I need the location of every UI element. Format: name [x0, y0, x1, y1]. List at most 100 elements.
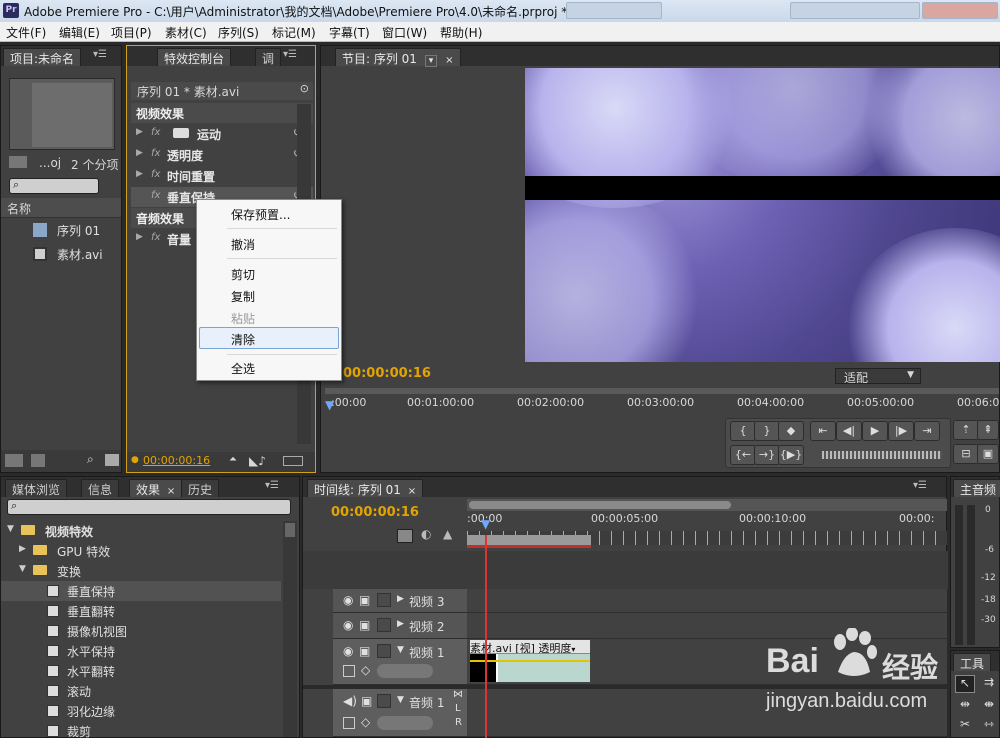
goto-next-marker-icon[interactable]: →}	[754, 445, 780, 465]
name-column-header[interactable]: 名称	[7, 200, 31, 217]
list-view-icon[interactable]	[5, 454, 23, 467]
export-frame-icon[interactable]: ▣	[977, 444, 999, 464]
eye-icon[interactable]: ◉	[343, 618, 353, 632]
tree-effect-roll[interactable]: 滚动	[1, 681, 281, 701]
tree-effect-vertical-flip[interactable]: 垂直翻转	[1, 601, 281, 621]
playhead-marker-icon[interactable]: ▼	[325, 398, 334, 412]
find-icon[interactable]: ⌕	[87, 452, 94, 467]
set-in-point-icon[interactable]: {	[730, 421, 756, 441]
lift-icon[interactable]: ⇡	[953, 420, 979, 440]
tab-timeline[interactable]: 时间线: 序列 01 ×	[307, 479, 424, 497]
window-close-button[interactable]	[922, 2, 998, 19]
close-icon[interactable]: ×	[445, 55, 453, 66]
menu-sequence[interactable]: 序列(S)	[218, 24, 259, 41]
track-header-video-3[interactable]: ◉ ▣ ▶ 视频 3	[333, 589, 467, 613]
motion-transform-icon[interactable]	[173, 128, 189, 138]
lock-toggle[interactable]	[377, 644, 391, 658]
export-icon[interactable]	[283, 456, 303, 466]
keyframe-navigator[interactable]	[377, 716, 433, 730]
expand-track-icon[interactable]: ▶	[397, 619, 404, 629]
play-in-to-out-icon[interactable]: {▶}	[778, 445, 804, 465]
panel-menu-icon[interactable]: ▾☰	[283, 49, 297, 60]
menu-item-select-all[interactable]: 全选	[231, 360, 255, 377]
tree-effect-vertical-hold[interactable]: 垂直保持	[1, 581, 281, 601]
tree-effect-crop[interactable]: 裁剪	[1, 721, 281, 738]
menu-edit[interactable]: 编辑(E)	[59, 24, 100, 41]
menu-help[interactable]: 帮助(H)	[440, 24, 482, 41]
display-style-icon[interactable]	[343, 717, 355, 729]
expand-track-icon[interactable]: ▶	[397, 594, 404, 604]
tree-effect-camera-view[interactable]: 摄像机视图	[1, 621, 281, 641]
panel-menu-icon[interactable]: ▾☰	[93, 49, 107, 60]
playhead-line[interactable]	[485, 535, 487, 738]
tree-folder-video-effects[interactable]: ▼ 视频特效	[1, 521, 281, 541]
expand-timeline-icon[interactable]: ⊙	[300, 82, 309, 95]
window-minimize-button[interactable]	[566, 2, 662, 19]
keyframe-navigator[interactable]	[377, 664, 433, 678]
new-bin-icon[interactable]	[105, 454, 119, 466]
effects-scrollbar[interactable]	[283, 521, 297, 737]
window-maximize-button[interactable]	[790, 2, 920, 19]
menu-item-cut[interactable]: 剪切	[231, 266, 255, 283]
menu-window[interactable]: 窗口(W)	[382, 24, 427, 41]
expand-track-icon[interactable]: ▼	[397, 695, 404, 705]
fit-dropdown[interactable]: 适配 ▼	[835, 368, 921, 385]
menu-item-copy[interactable]: 复制	[231, 288, 255, 305]
menu-marker[interactable]: 标记(M)	[272, 24, 316, 41]
effect-row-time-remap[interactable]: ▶ fx 时间重置	[131, 166, 313, 186]
effect-row-motion[interactable]: ▶fx 运动 ↺	[131, 124, 313, 144]
play-icon[interactable]: ▶	[862, 421, 888, 441]
expanded-triangle-icon[interactable]: ▼	[19, 564, 26, 574]
jog-dial[interactable]	[822, 451, 942, 459]
keyframe-toggle-icon[interactable]: ◇	[361, 663, 370, 677]
effect-row-opacity[interactable]: ▶fx 透明度 ↺	[131, 145, 313, 165]
expand-triangle-icon[interactable]: ▶	[136, 232, 143, 242]
scroll-up-icon[interactable]	[285, 523, 295, 537]
expand-track-icon[interactable]: ▼	[397, 645, 404, 655]
expanded-triangle-icon[interactable]: ▼	[7, 524, 14, 534]
menu-project[interactable]: 项目(P)	[111, 24, 152, 41]
set-marker-icon[interactable]: ◆	[778, 421, 804, 441]
step-back-icon[interactable]: ◀|	[836, 421, 862, 441]
menu-item-undo[interactable]: 撤消	[231, 236, 255, 253]
tab-media-browser[interactable]: 媒体浏览	[5, 479, 68, 497]
tab-audio-mixer[interactable]: 调	[255, 48, 282, 66]
trim-icon[interactable]: ⊟	[953, 444, 979, 464]
lock-toggle[interactable]	[377, 694, 391, 708]
track-header-audio-1[interactable]: ◀) ▣ ▼ 音频 1 ⋈ L R ◇	[333, 689, 467, 737]
lock-toggle[interactable]	[377, 593, 391, 607]
step-forward-icon[interactable]: |▶	[888, 421, 914, 441]
close-icon[interactable]: ×	[167, 486, 175, 497]
expand-triangle-icon[interactable]: ▶	[136, 127, 143, 137]
effects-search-input[interactable]: ⌕	[7, 499, 291, 515]
list-item[interactable]: 序列 01	[1, 220, 121, 242]
track-header-video-1[interactable]: ◉ ▣ ▼ 视频 1 ◇	[333, 639, 467, 685]
tab-master-audio[interactable]: 主音频	[953, 479, 1000, 497]
playhead-marker-icon[interactable]: ▼	[481, 517, 490, 531]
lock-toggle[interactable]	[377, 618, 391, 632]
program-time-ruler[interactable]: :00:00 00:01:00:00 00:02:00:00 00:03:00:…	[321, 394, 1000, 414]
film-icon[interactable]: ▣	[361, 694, 372, 708]
dropdown-arrow-icon[interactable]: ▾	[424, 55, 438, 67]
tree-effect-edge-feather[interactable]: 羽化边缘	[1, 701, 281, 721]
film-icon[interactable]: ▣	[359, 644, 370, 658]
display-style-icon[interactable]	[343, 665, 355, 677]
menu-item-save-preset[interactable]: 保存预置...	[231, 206, 290, 223]
panel-menu-icon[interactable]: ▾☰	[913, 480, 927, 491]
collapsed-triangle-icon[interactable]: ▶	[19, 544, 26, 554]
goto-in-icon[interactable]: ⇤	[810, 421, 836, 441]
opacity-line[interactable]	[470, 660, 590, 662]
close-icon[interactable]: ×	[408, 486, 416, 497]
film-icon[interactable]: ▣	[359, 618, 370, 632]
goto-prev-marker-icon[interactable]: {←	[730, 445, 756, 465]
timeline-timecode[interactable]: 00:00:00:16	[331, 505, 419, 520]
set-encore-marker-icon[interactable]: ▲	[443, 527, 452, 541]
tab-program-monitor[interactable]: 节目: 序列 01 ▾ ×	[335, 48, 461, 67]
menu-file[interactable]: 文件(F)	[6, 24, 46, 41]
eye-icon[interactable]: ◉	[343, 593, 353, 607]
icon-view-icon[interactable]	[31, 454, 45, 467]
project-search-input[interactable]: ⌕	[9, 178, 99, 194]
tab-effect-controls[interactable]: 特效控制台	[157, 48, 232, 66]
tab-project[interactable]: 项目:未命名	[3, 48, 82, 66]
chevron-down-icon[interactable]: ▾	[571, 645, 575, 653]
